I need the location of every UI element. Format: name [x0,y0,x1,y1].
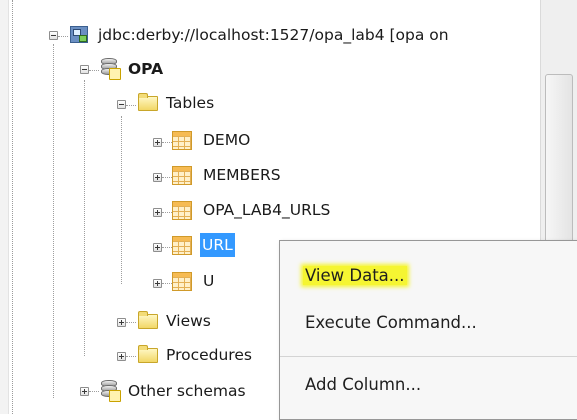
menu-item-label: Execute Command... [305,312,477,332]
tree-node-table[interactable]: DEMO [201,128,252,152]
expand-toggle[interactable] [153,243,162,252]
expand-toggle[interactable] [153,208,162,217]
tree-node-connection[interactable]: jdbc:derby://localhost:1527/opa_lab4 [op… [96,23,451,47]
tree-connector [162,247,172,248]
tree-node-schema[interactable]: OPA [126,57,165,81]
tree-node-table[interactable]: MEMBERS [201,163,283,187]
menu-item-label: View Data... [303,265,407,285]
left-frame-edge [0,0,9,414]
expand-toggle[interactable] [153,173,162,182]
folder-icon [138,311,158,329]
tree-connector [89,391,99,392]
collapse-toggle[interactable] [117,100,126,109]
tree-node-tables[interactable]: Tables [164,91,216,115]
tree-node-other-schemas[interactable]: Other schemas [126,379,248,403]
folder-icon [138,345,158,363]
table-icon [172,201,192,220]
folder-icon [138,93,158,111]
table-icon [172,131,192,150]
tree-connector [126,105,136,106]
collapse-toggle[interactable] [80,65,89,74]
table-icon [172,272,192,291]
menu-item-add-column[interactable]: Add Column... [280,367,577,401]
tree-connector [89,70,99,71]
menu-item-view-data[interactable]: View Data... [280,258,577,292]
database-connection-icon [70,26,88,43]
tree-node-table[interactable]: U [201,269,216,293]
tree-node-table[interactable]: OPA_LAB4_URLS [201,198,332,222]
tree-connector [126,322,136,323]
tree-connector [162,177,172,178]
tree-connector [162,212,172,213]
menu-item-execute-command[interactable]: Execute Command... [280,305,577,339]
tree-connector [162,142,172,143]
schema-icon [101,380,121,402]
table-icon [172,236,192,255]
table-icon [172,166,192,185]
context-menu: View Data... Execute Command... Add Colu… [279,240,577,420]
tree-node-table-selected[interactable]: URL [200,233,235,257]
expand-toggle[interactable] [117,352,126,361]
tree-connector [121,116,122,284]
tree-node-views[interactable]: Views [164,309,213,333]
menu-separator [280,356,577,357]
collapse-toggle[interactable] [49,31,58,40]
tree-connector [84,80,85,356]
schema-icon [101,58,121,80]
tree-node-procedures[interactable]: Procedures [164,343,254,367]
expand-toggle[interactable] [80,387,89,396]
expand-toggle[interactable] [117,318,126,327]
menu-item-label: Add Column... [305,374,422,394]
expand-toggle[interactable] [153,138,162,147]
frame-divider [12,0,13,414]
expand-toggle[interactable] [153,279,162,288]
tree-connector [162,283,172,284]
tree-connector [53,44,54,398]
tree-connector [58,36,68,37]
tree-connector [126,356,136,357]
